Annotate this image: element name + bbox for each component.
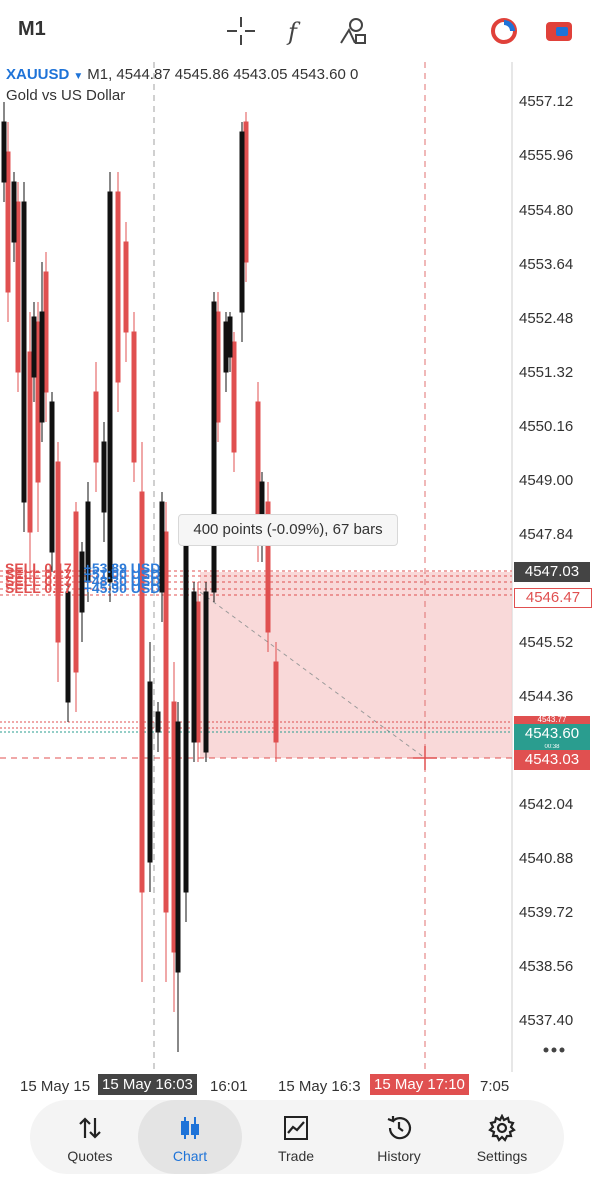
price-tick: 4552.48 xyxy=(519,310,574,327)
nav-trade[interactable]: Trade xyxy=(244,1100,348,1174)
bid-price-box: 4543.60 xyxy=(514,724,590,744)
symbol-dropdown-icon[interactable]: ▼ xyxy=(73,71,83,82)
account-2-icon[interactable] xyxy=(542,14,576,48)
price-tick: 4550.16 xyxy=(519,418,574,435)
price-tick: 4554.80 xyxy=(519,202,574,219)
objects-icon[interactable] xyxy=(336,14,370,48)
price-tick: 4538.56 xyxy=(519,958,574,975)
time-label: 16:01 xyxy=(210,1078,248,1095)
settings-icon xyxy=(488,1114,516,1142)
symbol-description: Gold vs US Dollar xyxy=(6,87,126,104)
measure-tooltip: 400 points (-0.09%), 67 bars xyxy=(178,514,398,546)
crosshair-icon[interactable] xyxy=(224,14,258,48)
chart-icon xyxy=(181,1117,199,1139)
ohlc-info: M1, 4544.87 4545.86 4543.05 4543.60 0 xyxy=(87,66,359,83)
more-icon[interactable] xyxy=(542,1044,566,1056)
timeframe-button[interactable]: M1 xyxy=(18,18,46,41)
trade-label[interactable]: SELL 0.17 +45.90 USD xyxy=(5,580,160,596)
price-tick: 4557.12 xyxy=(519,93,574,110)
time-label: 15 May 16:3 xyxy=(278,1078,361,1095)
account-1-icon[interactable] xyxy=(487,14,521,48)
symbol-info: XAUUSD ▼ M1, 4544.87 4545.86 4543.05 4543.… xyxy=(6,66,358,83)
position-price-box: 4547.03 xyxy=(514,562,590,582)
price-tick: 4553.64 xyxy=(519,256,574,273)
nav-settings[interactable]: Settings xyxy=(450,1100,554,1174)
price-tick: 4547.84 xyxy=(519,526,574,543)
price-tick: 4539.72 xyxy=(519,904,574,921)
bottom-nav: Quotes Chart Trade History Settings xyxy=(30,1100,564,1174)
price-tick: 4540.88 xyxy=(519,850,574,867)
price-tick: 4555.96 xyxy=(519,147,574,164)
price-tick: 4549.00 xyxy=(519,472,574,489)
function-icon[interactable]: f xyxy=(280,14,314,48)
price-tick: 4537.40 xyxy=(519,1012,574,1029)
quotes-icon xyxy=(79,1117,101,1139)
crosshair-time-box: 15 May 17:10 xyxy=(370,1074,469,1095)
nav-quotes[interactable]: Quotes xyxy=(38,1100,142,1174)
trade-icon xyxy=(284,1116,308,1140)
symbol-name[interactable]: XAUUSD xyxy=(6,66,69,83)
history-icon xyxy=(387,1116,412,1140)
time-box: 15 May 16:03 xyxy=(98,1074,197,1095)
measure-area xyxy=(200,572,512,758)
svg-text:f: f xyxy=(286,18,301,46)
red-partial-price-box: 4543.77 xyxy=(514,716,590,724)
price-tick: 4544.36 xyxy=(519,688,574,705)
price-tick: 4542.04 xyxy=(519,796,574,813)
crosshair-price-box: 4543.03 xyxy=(514,750,590,770)
time-label: 15 May 15 xyxy=(20,1078,91,1095)
price-tick: 4545.52 xyxy=(519,634,574,651)
nav-chart[interactable]: Chart xyxy=(138,1100,242,1174)
sell-price-box: 4546.47 xyxy=(514,588,592,608)
price-tick: 4551.32 xyxy=(519,364,574,381)
time-label: 7:05 xyxy=(480,1078,510,1095)
nav-history[interactable]: History xyxy=(347,1100,451,1174)
time-axis: 15 May 15 15 May 16:03 16:01 15 May 16:3… xyxy=(0,1072,594,1098)
top-toolbar: M1 f xyxy=(0,0,594,62)
